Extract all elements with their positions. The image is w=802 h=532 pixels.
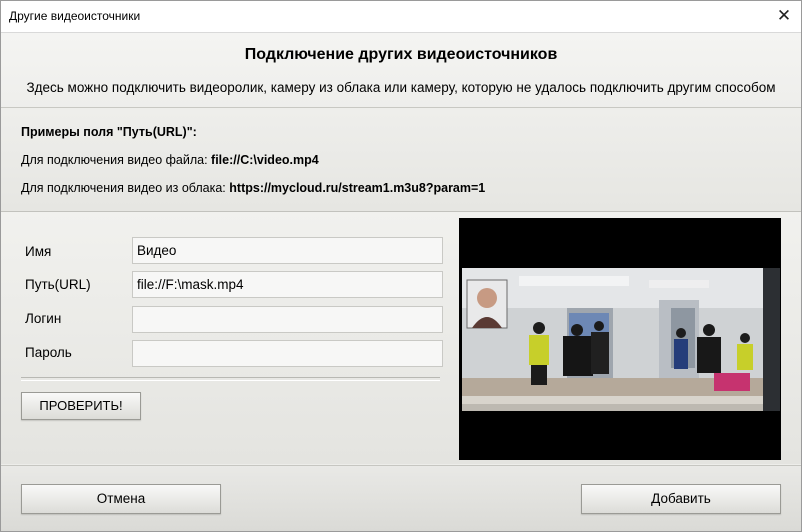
password-label: Пароль — [25, 345, 72, 360]
dialog-window: Другие видеоисточники ✕ Подключение друг… — [0, 0, 802, 532]
check-button[interactable]: ПРОВЕРИТЬ! — [21, 392, 141, 420]
path-url-field[interactable] — [132, 271, 443, 298]
example-file: Для подключения видео файла: file://C:\v… — [21, 153, 319, 167]
login-label: Логин — [25, 311, 62, 326]
cancel-button[interactable]: Отмена — [21, 484, 221, 514]
name-label: Имя — [25, 244, 52, 259]
page-title: Подключение других видеоисточников — [244, 46, 558, 63]
password-field[interactable] — [132, 340, 443, 367]
window-title: Другие видеоисточники — [9, 9, 141, 23]
login-field[interactable] — [132, 306, 443, 333]
video-preview — [459, 218, 781, 460]
divider — [1, 107, 801, 108]
example-cloud: Для подключения видео из облака: https:/… — [21, 181, 485, 195]
examples-title: Примеры поля "Путь(URL)": — [21, 125, 197, 139]
add-button[interactable]: Добавить — [581, 484, 781, 514]
page-description: Здесь можно подключить видеоролик, камер… — [26, 80, 776, 95]
form-divider — [21, 377, 440, 381]
example-file-label: Для подключения видео файла: — [21, 153, 212, 167]
footer-bar: Отмена Добавить — [1, 465, 801, 531]
path-label: Путь(URL) — [25, 277, 91, 292]
example-cloud-value: https://mycloud.ru/stream1.m3u8?param=1 — [229, 181, 486, 195]
name-field[interactable] — [132, 237, 443, 264]
example-cloud-label: Для подключения видео из облака: — [21, 181, 230, 195]
info-panel: Подключение других видеоисточников Здесь… — [1, 33, 801, 212]
video-frame-image — [459, 218, 781, 460]
title-bar: Другие видеоисточники ✕ — [1, 1, 801, 33]
close-icon[interactable]: ✕ — [773, 5, 795, 27]
example-file-value: file://C:\video.mp4 — [211, 153, 319, 167]
connection-form: Имя Путь(URL) Логин Пароль ПРОВЕРИТЬ! — [1, 212, 801, 464]
